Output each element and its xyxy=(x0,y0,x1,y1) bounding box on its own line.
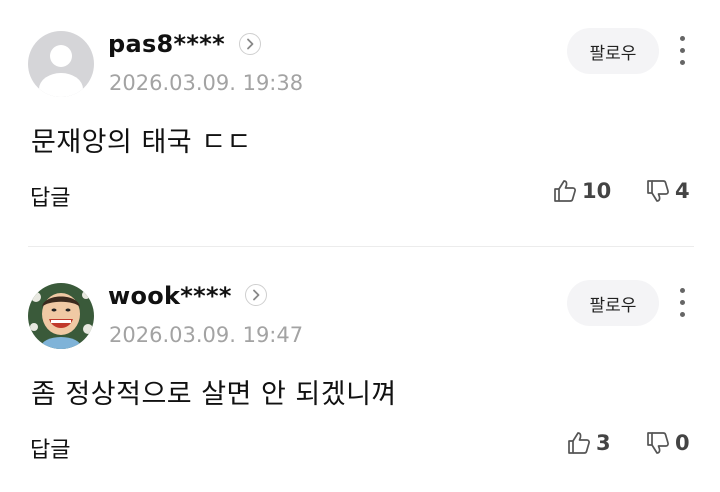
thumbs-up-icon xyxy=(568,432,590,454)
comment-item: pas8**** 2026.03.09. 19:38 팔로우 문재앙의 태국 ㄷ… xyxy=(0,0,720,247)
thumbs-up-icon xyxy=(554,180,576,202)
like-button[interactable]: 10 xyxy=(552,178,611,204)
comment-text: 문재앙의 태국 ㄷㄷ xyxy=(31,127,252,158)
dislike-count: 4 xyxy=(675,179,690,203)
chevron-right-icon[interactable] xyxy=(239,33,261,55)
comment-item: wook**** 2026.03.09. 19:47 팔로우 좀 정상적으로 살… xyxy=(0,248,720,492)
username[interactable]: wook**** xyxy=(108,282,232,310)
chevron-right-icon[interactable] xyxy=(245,284,267,306)
follow-button[interactable]: 팔로우 xyxy=(567,28,659,74)
dislike-button[interactable]: 4 xyxy=(645,178,690,204)
cartoon-face-icon xyxy=(28,283,94,349)
follow-button[interactable]: 팔로우 xyxy=(567,280,659,326)
avatar[interactable] xyxy=(28,31,94,97)
dislike-button[interactable]: 0 xyxy=(645,430,690,456)
like-button[interactable]: 3 xyxy=(566,430,611,456)
dislike-count: 0 xyxy=(675,431,690,455)
more-options-icon[interactable] xyxy=(672,34,692,68)
like-count: 3 xyxy=(596,431,611,455)
more-options-icon[interactable] xyxy=(672,286,692,320)
thumbs-down-icon xyxy=(647,180,669,202)
username[interactable]: pas8**** xyxy=(108,30,225,58)
reply-button[interactable]: 답글 xyxy=(30,180,70,212)
timestamp: 2026.03.09. 19:38 xyxy=(109,71,304,95)
like-count: 10 xyxy=(582,179,612,203)
timestamp: 2026.03.09. 19:47 xyxy=(109,323,304,347)
thumbs-down-icon xyxy=(647,432,669,454)
comment-text: 좀 정상적으로 살면 안 되겠니껴 xyxy=(31,379,397,410)
divider xyxy=(28,246,694,247)
avatar[interactable] xyxy=(28,283,94,349)
reply-button[interactable]: 답글 xyxy=(30,432,70,464)
default-user-icon xyxy=(28,31,94,97)
